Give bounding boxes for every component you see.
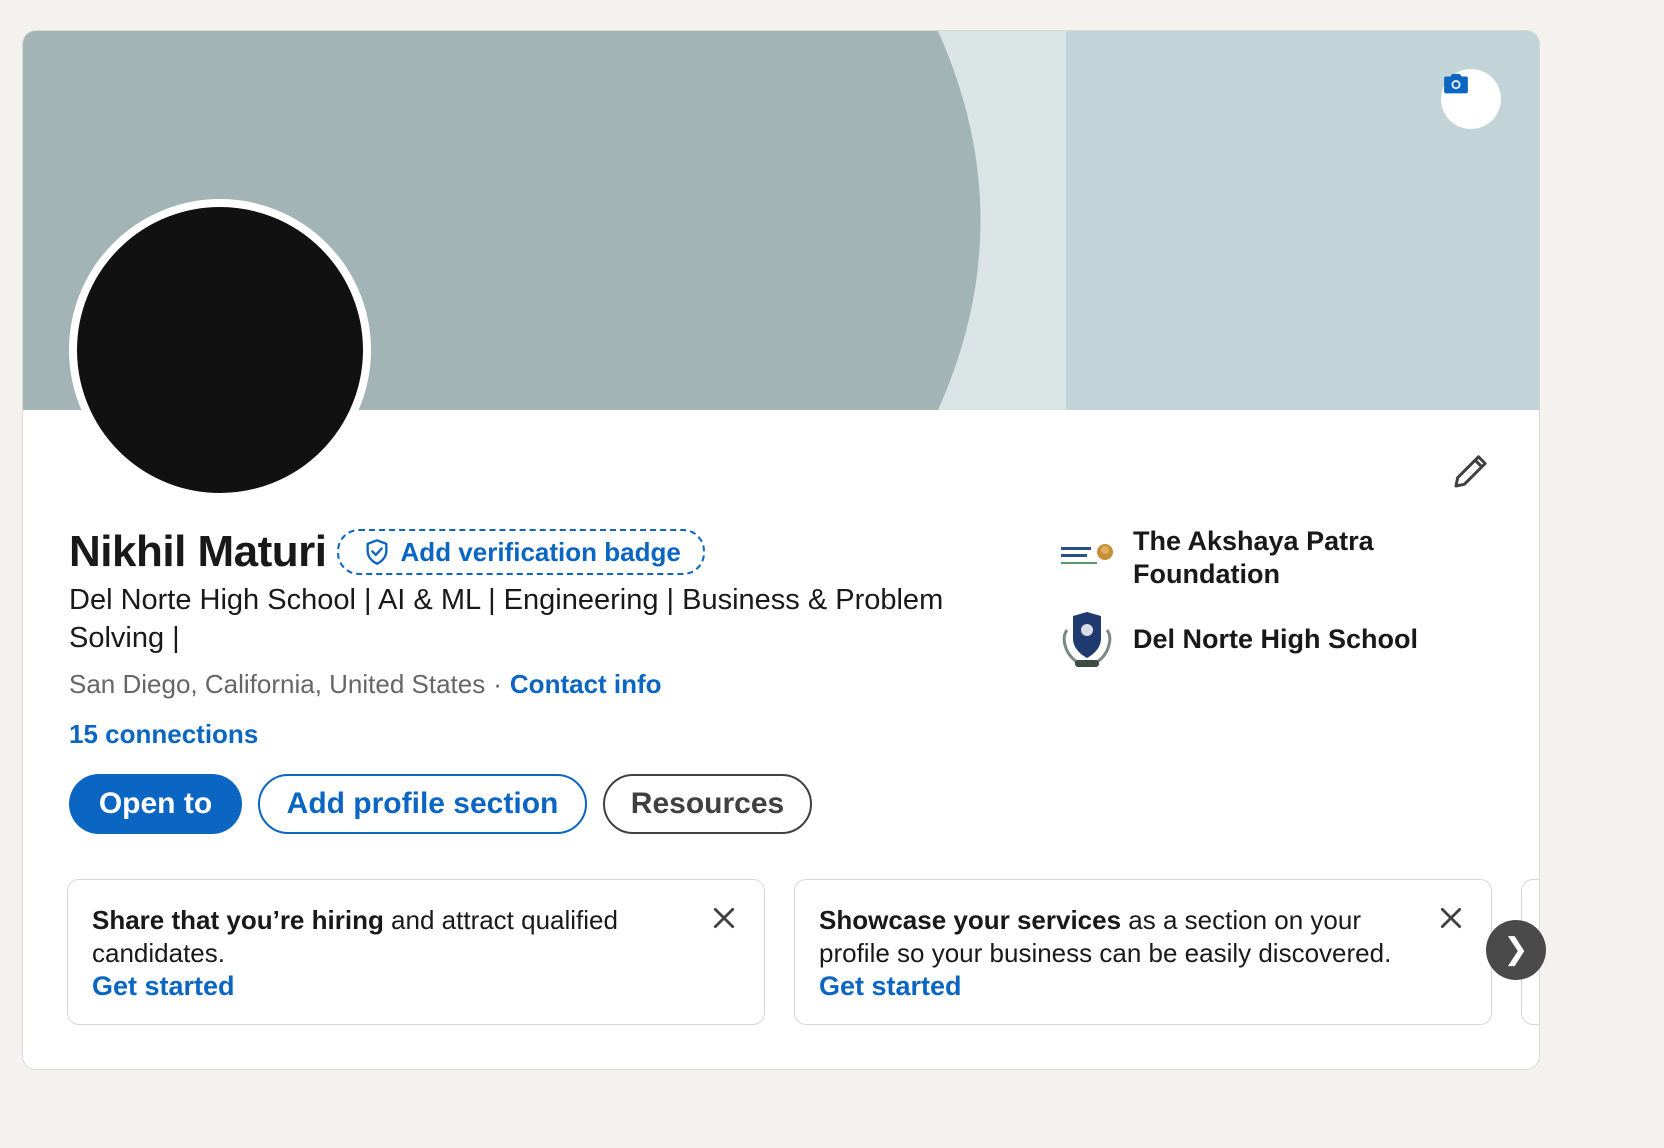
profile-location: San Diego, California, United States [69, 669, 486, 699]
profile-card: Nikhil Maturi Add verification badge Del… [22, 30, 1540, 1070]
add-profile-section-button[interactable]: Add profile section [258, 774, 587, 834]
camera-icon [1444, 74, 1468, 94]
organizations-list: The Akshaya Patra Foundation Del Norte H… [1057, 525, 1497, 669]
chevron-right-icon: ❯ [1503, 933, 1529, 966]
contact-info-link[interactable]: Contact info [510, 669, 662, 700]
org-item-del-norte[interactable]: Del Norte High School [1057, 609, 1497, 669]
get-started-link[interactable]: Get started [819, 970, 962, 1003]
promo-bold-text: Share that you’re hiring [92, 905, 384, 935]
close-icon [1440, 907, 1462, 929]
name-row: Nikhil Maturi Add verification badge [69, 527, 705, 577]
profile-headline: Del Norte High School | AI & ML | Engine… [69, 584, 944, 654]
del-norte-crest-logo [1057, 609, 1117, 669]
verification-badge-label: Add verification badge [400, 536, 681, 567]
dismiss-button[interactable] [1431, 898, 1471, 938]
promo-text: Share that you’re hiring and attract qua… [92, 904, 694, 970]
akshaya-patra-logo [1057, 525, 1117, 585]
carousel-next-button[interactable]: ❯ [1486, 920, 1546, 980]
open-to-button[interactable]: Open to [69, 774, 242, 834]
promo-card-services: Showcase your services as a section on y… [794, 879, 1492, 1025]
promo-text: Showcase your services as a section on y… [819, 904, 1421, 970]
dismiss-button[interactable] [704, 898, 744, 938]
get-started-link[interactable]: Get started [92, 970, 235, 1003]
org-name: Del Norte High School [1133, 624, 1419, 654]
promo-bold-text: Showcase your services [819, 905, 1122, 935]
profile-photo[interactable] [69, 199, 371, 501]
promo-card-hiring: Share that you’re hiring and attract qua… [67, 879, 765, 1025]
close-icon [713, 907, 735, 929]
org-item-akshaya-patra[interactable]: The Akshaya Patra Foundation [1057, 525, 1497, 591]
location-row: San Diego, California, United States · C… [69, 669, 662, 700]
edit-intro-button[interactable] [1447, 447, 1495, 495]
shield-check-icon [366, 539, 388, 565]
pencil-icon [1454, 455, 1487, 488]
resources-button[interactable]: Resources [603, 774, 812, 834]
org-name: The Akshaya Patra Foundation [1133, 526, 1374, 589]
connections-link[interactable]: 15 connections [69, 719, 258, 750]
edit-banner-button[interactable] [1441, 69, 1501, 129]
location-separator: · [493, 669, 502, 699]
profile-actions: Open to Add profile section Resources [69, 774, 812, 834]
add-verification-badge-button[interactable]: Add verification badge [336, 529, 705, 575]
profile-name: Nikhil Maturi [69, 527, 327, 576]
